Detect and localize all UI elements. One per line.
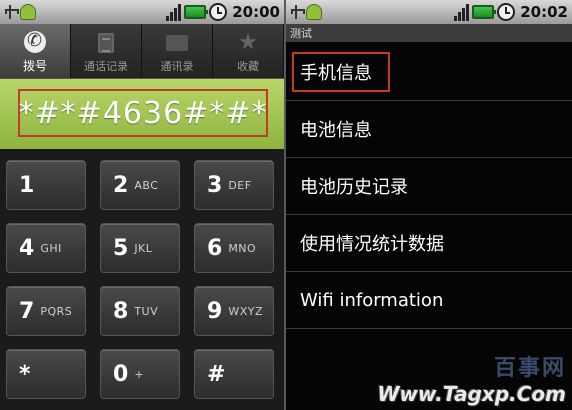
key-3[interactable]: 3 DEF [194, 160, 274, 210]
dialer-screen: 20:00 拨号 通话记录 通讯录 ★ 收藏 *#*#4636#*#* 1 2A… [0, 0, 284, 410]
menu-item-wifi-info[interactable]: Wifi information [286, 272, 572, 329]
key-6[interactable]: 6 MNO [194, 223, 274, 273]
menu-item-usage-stats[interactable]: 使用情况统计数据 [286, 215, 572, 272]
tab-contacts[interactable]: 通讯录 [142, 24, 213, 78]
usb-icon [290, 3, 305, 21]
menu-item-battery-info[interactable]: 电池信息 [286, 101, 572, 158]
watermark-cn: 百事网 [493, 356, 566, 381]
key-0[interactable]: 0 + [100, 349, 180, 399]
key-1[interactable]: 1 [6, 160, 86, 210]
menu-item-label: 使用情况统计数据 [300, 234, 444, 255]
phone-icon [24, 30, 46, 53]
key-4[interactable]: 4 GHI [6, 223, 86, 273]
watermark-url: Www.Tagxp.Com [377, 382, 567, 406]
android-icon [20, 4, 36, 20]
android-icon [306, 4, 322, 20]
key-9[interactable]: 9 WXYZ [194, 286, 274, 336]
status-bar: 20:00 [0, 0, 284, 24]
tab-label: 拨号 [22, 59, 47, 73]
key-7[interactable]: 7 PQRS [6, 286, 86, 336]
status-clock: 20:00 [232, 3, 280, 21]
tab-label: 通讯录 [160, 60, 194, 73]
menu-item-phone-info[interactable]: 手机信息 [286, 44, 572, 101]
testing-screen: 20:02 测试 手机信息 电池信息 电池历史记录 使用情况统计数据 Wifi … [286, 0, 572, 410]
tab-dial[interactable]: 拨号 [0, 24, 71, 78]
highlight-box: *#*#4636#*#* [18, 89, 268, 137]
dialer-tabs: 拨号 通话记录 通讯录 ★ 收藏 [0, 24, 284, 79]
menu-item-label: 电池信息 [300, 120, 372, 141]
app-title: 测试 [290, 27, 312, 40]
usb-icon [4, 3, 19, 21]
battery-icon [184, 5, 209, 19]
status-clock: 20:02 [520, 3, 568, 21]
key-5[interactable]: 5 JKL [100, 223, 180, 273]
key-2[interactable]: 2 ABC [100, 160, 180, 210]
key-hash[interactable]: # [194, 349, 274, 399]
menu-item-label: Wifi information [300, 289, 444, 311]
app-title-bar: 测试 [286, 24, 572, 42]
signal-icon [454, 3, 470, 21]
key-star[interactable]: * [6, 349, 86, 399]
key-8[interactable]: 8 TUV [100, 286, 180, 336]
tab-favorites[interactable]: ★ 收藏 [213, 24, 284, 78]
dialed-number: *#*#4636#*#* [18, 95, 268, 131]
testing-menu: 手机信息 电池信息 电池历史记录 使用情况统计数据 Wifi informati… [286, 44, 572, 329]
alarm-icon [209, 3, 228, 21]
highlight-box [292, 52, 390, 92]
star-icon: ★ [238, 30, 258, 55]
dial-keypad: 1 2 ABC 3 DEF 4 GHI 5 JKL 6 MNO 7 PQRS 8 TUV 9W… [6, 160, 278, 410]
call-log-icon [95, 32, 117, 54]
digits-field[interactable]: *#*#4636#*#* [0, 79, 284, 149]
watermark: 百事网 Www.Tagxp.Com [378, 350, 567, 406]
menu-item-battery-history[interactable]: 电池历史记录 [286, 158, 572, 215]
tab-label: 通话记录 [84, 60, 128, 73]
menu-item-label: 电池历史记录 [300, 177, 408, 198]
contacts-icon [166, 32, 188, 54]
tab-label: 收藏 [237, 60, 259, 73]
signal-icon [166, 3, 182, 21]
battery-icon [472, 5, 497, 19]
tab-call-log[interactable]: 通话记录 [71, 24, 142, 78]
status-bar: 20:02 [286, 0, 572, 24]
alarm-icon [497, 3, 516, 21]
